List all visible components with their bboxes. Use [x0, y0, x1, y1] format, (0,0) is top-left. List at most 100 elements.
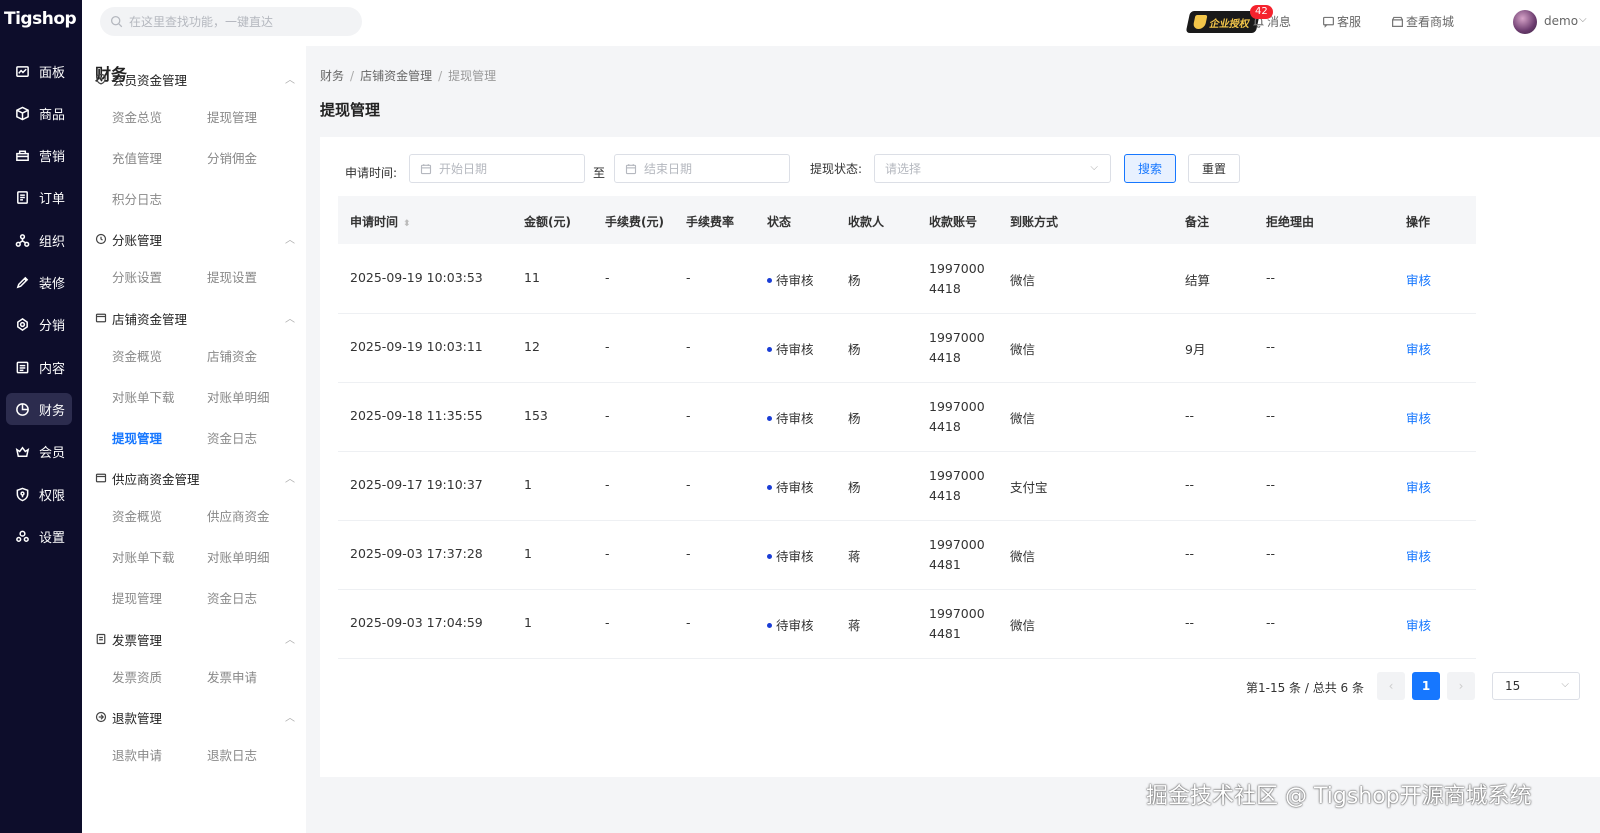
breadcrumb-item[interactable]: 财务	[320, 69, 344, 83]
page-size-select[interactable]: 15 ⌵	[1492, 672, 1580, 700]
subnav-item[interactable]: 店铺资金	[207, 346, 257, 365]
table-cell-time: 2025-09-03 17:04:59	[350, 615, 483, 630]
marketing-icon	[14, 148, 30, 164]
breadcrumb-item[interactable]: 店铺资金管理	[360, 69, 432, 83]
subnav-item[interactable]: 资金概览	[112, 506, 162, 525]
nav-item[interactable]: 面板	[6, 55, 72, 87]
subnav-item[interactable]: 提现管理	[112, 588, 162, 607]
table-cell-amount: 11	[524, 270, 540, 285]
page-title: 提现管理	[320, 101, 381, 119]
review-link[interactable]: 审核	[1406, 408, 1431, 427]
subnav-group[interactable]: 店铺资金管理 ︿	[95, 308, 295, 328]
table-cell-payee: 蒋	[848, 618, 861, 633]
page-1-button[interactable]: 1	[1412, 672, 1440, 700]
subnav-item[interactable]: 资金概览	[112, 346, 162, 365]
review-link[interactable]: 审核	[1406, 270, 1431, 289]
subnav-item[interactable]: 发票申请	[207, 667, 257, 686]
end-date-input[interactable]: 结束日期	[614, 154, 790, 183]
nav-item-label: 营销	[39, 150, 66, 166]
subnav-item[interactable]: 对账单明细	[207, 387, 270, 406]
row-divider	[338, 382, 1476, 383]
subnav-group[interactable]: 退款管理 ︿	[95, 707, 295, 727]
nav-item[interactable]: 商品	[6, 97, 72, 129]
review-link[interactable]: 审核	[1406, 546, 1431, 565]
table-cell-note: --	[1185, 546, 1195, 561]
column-header-label: 手续费率	[686, 215, 735, 229]
function-search-input[interactable]: 在这里查找功能，一键直达	[100, 7, 362, 36]
table-cell-payee: 杨	[848, 480, 861, 495]
column-header: 备注	[1185, 213, 1209, 230]
nav-item[interactable]: 组织	[6, 224, 72, 256]
customer-service-link[interactable]: 客服	[1322, 13, 1361, 30]
review-link[interactable]: 审核	[1406, 477, 1431, 496]
review-link[interactable]: 审核	[1406, 339, 1431, 358]
table-cell-payee: 杨	[848, 411, 861, 426]
subnav-group[interactable]: 会员资金管理 ︿	[95, 69, 295, 89]
nav-item[interactable]: 权限	[6, 478, 72, 510]
nav-item[interactable]: 装修	[6, 267, 72, 299]
table-cell-fee: -	[605, 339, 610, 354]
reset-button[interactable]: 重置	[1188, 154, 1240, 183]
nav-item[interactable]: 订单	[6, 182, 72, 214]
nav-item[interactable]: 会员	[6, 436, 72, 468]
subnav-item[interactable]: 退款申请	[112, 745, 162, 764]
chevron-down-icon[interactable]: ⌵	[1579, 14, 1587, 25]
column-header[interactable]: 申请时间 ⬍	[350, 213, 411, 230]
group-icon	[96, 633, 106, 645]
breadcrumb: 财务 / 店铺资金管理 / 提现管理	[320, 69, 497, 83]
chat-icon	[1323, 16, 1334, 28]
brand-logo[interactable]: Tigshop	[4, 9, 77, 29]
table-cell-amount: 153	[524, 408, 548, 423]
subnav-item[interactable]: 积分日志	[112, 189, 162, 208]
subnav-item[interactable]: 分销佣金	[207, 148, 257, 167]
subnav-item[interactable]: 对账单下载	[112, 547, 175, 566]
row-divider	[338, 658, 1476, 659]
nav-item[interactable]: 财务	[6, 393, 72, 426]
permission-icon	[14, 486, 30, 502]
subnav-item[interactable]: 充值管理	[112, 148, 162, 167]
prev-page-button[interactable]: ‹	[1377, 672, 1405, 700]
account-line: 4418	[929, 281, 961, 296]
subnav-item[interactable]: 提现设置	[207, 267, 257, 286]
subnav-item[interactable]: 分账设置	[112, 267, 162, 286]
nav-item[interactable]: 营销	[6, 140, 72, 172]
subnav-item[interactable]: 供应商资金	[207, 506, 270, 525]
nav-item-label: 分销	[39, 319, 66, 335]
account-line: 4481	[929, 557, 961, 572]
next-page-button[interactable]: ›	[1447, 672, 1475, 700]
subnav-group[interactable]: 分账管理 ︿	[95, 229, 295, 249]
payee-account-cell: 1997000 4418	[929, 397, 985, 437]
subnav-item[interactable]: 资金日志	[207, 588, 257, 607]
start-date-input[interactable]: 开始日期	[409, 154, 585, 183]
subnav-item[interactable]: 对账单明细	[207, 547, 270, 566]
column-header-label: 备注	[1185, 215, 1210, 229]
nav-item[interactable]: 内容	[6, 351, 72, 383]
sort-icon[interactable]: ⬍	[403, 219, 411, 229]
search-button[interactable]: 搜索	[1124, 154, 1176, 183]
subnav-item[interactable]: 提现管理	[207, 107, 257, 126]
user-name[interactable]: demo	[1544, 14, 1578, 28]
status-dot-icon	[767, 623, 772, 628]
nav-item[interactable]: 分销	[6, 309, 72, 341]
subnav-item[interactable]: 退款日志	[207, 745, 257, 764]
subnav-group-label: 供应商资金管理	[112, 471, 200, 487]
nav-item[interactable]: 设置	[6, 520, 72, 552]
watermark: 掘金技术社区 @ Tigshop开源商城系统	[1146, 784, 1532, 809]
enterprise-license-badge[interactable]: 企业授权	[1185, 11, 1261, 33]
subnav-item[interactable]: 资金总览	[112, 107, 162, 126]
avatar[interactable]	[1513, 10, 1537, 34]
view-store-link[interactable]: 查看商城	[1391, 13, 1454, 30]
subnav-item[interactable]: 提现管理	[112, 428, 162, 447]
subnav-group[interactable]: 供应商资金管理 ︿	[95, 468, 295, 488]
table-cell-reason: --	[1266, 408, 1276, 423]
messages-link[interactable]: 42 消息	[1250, 5, 1291, 30]
chevron-up-icon: ︿	[285, 75, 295, 86]
status-select[interactable]: 请选择 ⌵	[874, 154, 1111, 183]
subnav-item[interactable]: 资金日志	[207, 428, 257, 447]
table-cell-method: 微信	[1010, 273, 1036, 288]
subnav-group[interactable]: 发票管理 ︿	[95, 629, 295, 649]
subnav-item[interactable]: 对账单下载	[112, 387, 175, 406]
chevron-up-icon: ︿	[285, 713, 295, 724]
review-link[interactable]: 审核	[1406, 615, 1431, 634]
subnav-item[interactable]: 发票资质	[112, 667, 162, 686]
